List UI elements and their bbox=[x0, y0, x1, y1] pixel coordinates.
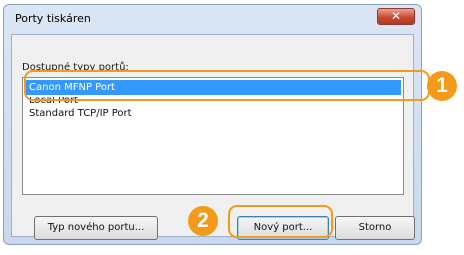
title-bar[interactable]: Porty tiskáren ✕ bbox=[4, 5, 421, 33]
list-item-canon-mfnp-port[interactable]: Canon MFNP Port bbox=[25, 80, 401, 95]
close-icon: ✕ bbox=[390, 9, 402, 23]
step2-badge: 2 bbox=[188, 206, 218, 236]
port-types-list[interactable]: Canon MFNP Port Local Port Standard TCP/… bbox=[22, 77, 404, 195]
window-title: Porty tiskáren bbox=[15, 12, 91, 25]
cancel-button[interactable]: Storno bbox=[335, 216, 415, 240]
available-port-types-label: Dostupné typy portů: bbox=[22, 62, 129, 73]
list-item-standard-tcpip-port[interactable]: Standard TCP/IP Port bbox=[25, 106, 401, 121]
close-button[interactable]: ✕ bbox=[377, 8, 415, 25]
new-port-button[interactable]: Nový port... bbox=[237, 216, 329, 240]
step1-badge: 1 bbox=[427, 71, 457, 101]
new-port-type-button[interactable]: Typ nového portu... bbox=[34, 216, 158, 240]
dialog-body: Dostupné typy portů: Canon MFNP Port Loc… bbox=[11, 34, 415, 240]
